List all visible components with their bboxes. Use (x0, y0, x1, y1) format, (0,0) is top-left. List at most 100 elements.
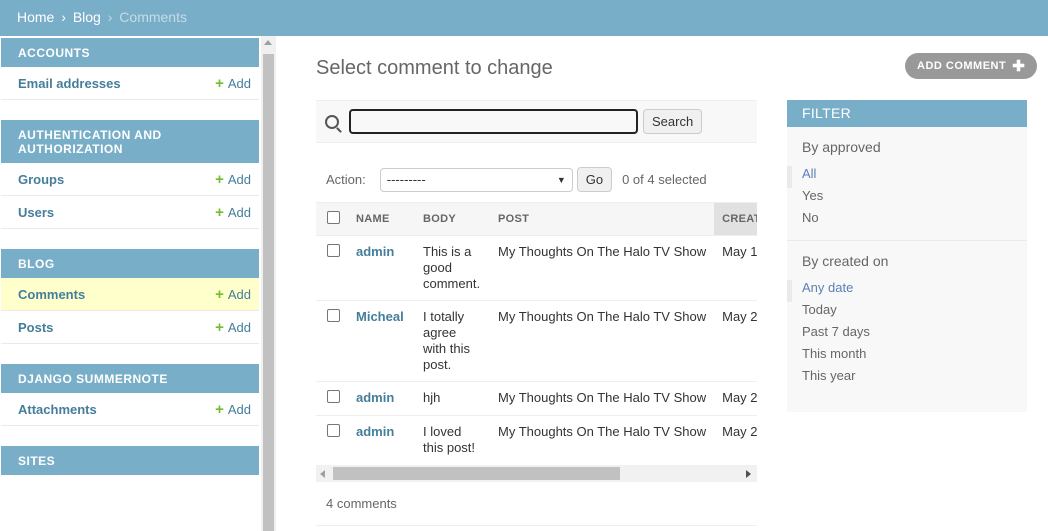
created-cell: May 27 (714, 381, 757, 416)
add-comment-label: ADD COMMENT (917, 60, 1007, 72)
column-header-post[interactable]: POST (490, 203, 714, 236)
filter-option-past-7-days[interactable]: Past 7 days (802, 324, 1012, 346)
body-cell: I loved this post! (415, 415, 490, 464)
row-checkbox[interactable] (327, 424, 340, 437)
sidebar-item-email-addresses[interactable]: Email addresses + Add (1, 67, 259, 100)
sidebar-item-label[interactable]: Attachments (18, 402, 215, 417)
comment-name-link[interactable]: Micheal (356, 309, 404, 324)
sidebar-scrollbar[interactable] (261, 36, 276, 531)
sidebar-item-label[interactable]: Users (18, 205, 215, 220)
table-row: Micheal I totally agree with this post. … (316, 300, 757, 382)
sidebar-item-attachments[interactable]: Attachments + Add (1, 393, 259, 426)
select-all-cell (316, 203, 348, 236)
page-title: Select comment to change (316, 57, 553, 79)
breadcrumb-separator: › (61, 9, 66, 25)
module-caption[interactable]: DJANGO SUMMERNOTE (1, 364, 259, 393)
sidebar-item-label[interactable]: Posts (18, 320, 215, 335)
add-label[interactable]: Add (228, 320, 251, 335)
add-comment-button[interactable]: ADD COMMENT ✚ (905, 53, 1038, 79)
filter-option-no[interactable]: No (802, 210, 1012, 232)
comment-name-link[interactable]: admin (356, 244, 394, 259)
sidebar-item-label[interactable]: Comments (18, 287, 215, 302)
breadcrumb-current: Comments (119, 9, 187, 25)
module-caption[interactable]: AUTHENTICATION AND AUTHORIZATION (1, 120, 259, 163)
sidebar-item-groups[interactable]: Groups + Add (1, 163, 259, 196)
add-link[interactable]: + Add (215, 171, 251, 188)
add-link[interactable]: + Add (215, 401, 251, 418)
row-checkbox-cell (316, 415, 348, 464)
add-label[interactable]: Add (228, 76, 251, 91)
search-button[interactable]: Search (643, 109, 703, 134)
created-cell: May 25 (714, 300, 757, 382)
search-icon (325, 114, 339, 129)
sidebar-item-posts[interactable]: Posts + Add (1, 311, 259, 344)
plus-icon: + (215, 400, 224, 418)
scroll-right-arrow-icon[interactable] (746, 470, 751, 478)
name-cell: admin (348, 381, 415, 416)
scrollbar-thumb[interactable] (263, 54, 274, 531)
row-checkbox-cell (316, 300, 348, 382)
table-horizontal-scrollbar[interactable] (316, 465, 757, 482)
post-cell: My Thoughts On The Halo TV Show (490, 415, 715, 464)
add-link[interactable]: + Add (215, 204, 251, 221)
select-all-checkbox[interactable] (327, 211, 340, 224)
scrollbar-thumb[interactable] (333, 467, 620, 480)
breadcrumb-home[interactable]: Home (17, 9, 54, 25)
column-header-name[interactable]: NAME (348, 203, 415, 236)
row-checkbox[interactable] (327, 309, 340, 322)
filter-option-any-date[interactable]: Any date (787, 280, 1012, 302)
add-label[interactable]: Add (228, 287, 251, 302)
body-cell: This is a good comment. (415, 235, 490, 301)
module-caption[interactable]: SITES (1, 446, 259, 475)
filter-option-all[interactable]: All (787, 166, 1012, 188)
breadcrumb-blog[interactable]: Blog (73, 9, 101, 25)
sidebar-item-users[interactable]: Users + Add (1, 196, 259, 229)
filter-option-this-month[interactable]: This month (802, 346, 1012, 368)
module-accounts: ACCOUNTS Email addresses + Add (0, 38, 260, 100)
column-header-body[interactable]: BODY (415, 203, 490, 236)
nav-sidebar: ACCOUNTS Email addresses + Add AUTHENTICA… (0, 36, 260, 531)
breadcrumb: Home › Blog › Comments (0, 0, 1048, 36)
add-link[interactable]: + Add (215, 286, 251, 303)
filter-option-today[interactable]: Today (802, 302, 1012, 324)
name-cell: admin (348, 415, 415, 464)
module-caption[interactable]: ACCOUNTS (1, 38, 259, 67)
add-label[interactable]: Add (228, 205, 251, 220)
go-button[interactable]: Go (576, 167, 613, 192)
module-blog: BLOG Comments + Add Posts + Add (0, 249, 260, 344)
filter-option-this-year[interactable]: This year (802, 368, 1012, 390)
module-auth: AUTHENTICATION AND AUTHORIZATION Groups … (0, 120, 260, 229)
add-label[interactable]: Add (228, 172, 251, 187)
sidebar-item-comments[interactable]: Comments + Add (1, 278, 259, 311)
table-row: admin This is a good comment. My Thought… (316, 235, 757, 301)
column-header-created[interactable]: CREATI (714, 202, 757, 236)
module-django-summernote: DJANGO SUMMERNOTE Attachments + Add (0, 364, 260, 426)
scroll-left-arrow-icon[interactable] (320, 470, 325, 478)
row-checkbox-cell (316, 381, 348, 416)
name-cell: admin (348, 235, 415, 301)
filter-option-yes[interactable]: Yes (802, 188, 1012, 210)
search-input[interactable] (349, 109, 638, 134)
comment-name-link[interactable]: admin (356, 424, 394, 439)
post-cell: My Thoughts On The Halo TV Show (490, 235, 715, 301)
action-select[interactable]: --------- ▼ (379, 167, 573, 192)
comment-name-link[interactable]: admin (356, 390, 394, 405)
row-checkbox[interactable] (327, 244, 340, 257)
created-cell: May 27 (714, 415, 757, 464)
chevron-down-icon: ▼ (556, 174, 566, 185)
filter-group-created-on: By created on Any date Today Past 7 days… (787, 241, 1027, 398)
row-checkbox[interactable] (327, 390, 340, 403)
add-label[interactable]: Add (228, 402, 251, 417)
module-sites: SITES (0, 446, 260, 475)
filter-title: FILTER (787, 100, 1027, 127)
add-link[interactable]: + Add (215, 319, 251, 336)
row-checkbox-cell (316, 235, 348, 301)
plus-icon: + (215, 318, 224, 336)
sidebar-item-label[interactable]: Email addresses (18, 76, 215, 91)
action-selected-value: --------- (386, 172, 426, 187)
table-header-row: NAME BODY POST CREATI (316, 202, 757, 236)
module-caption[interactable]: BLOG (1, 249, 259, 278)
scroll-up-arrow-icon[interactable] (264, 40, 272, 45)
sidebar-item-label[interactable]: Groups (18, 172, 215, 187)
add-link[interactable]: + Add (215, 75, 251, 92)
